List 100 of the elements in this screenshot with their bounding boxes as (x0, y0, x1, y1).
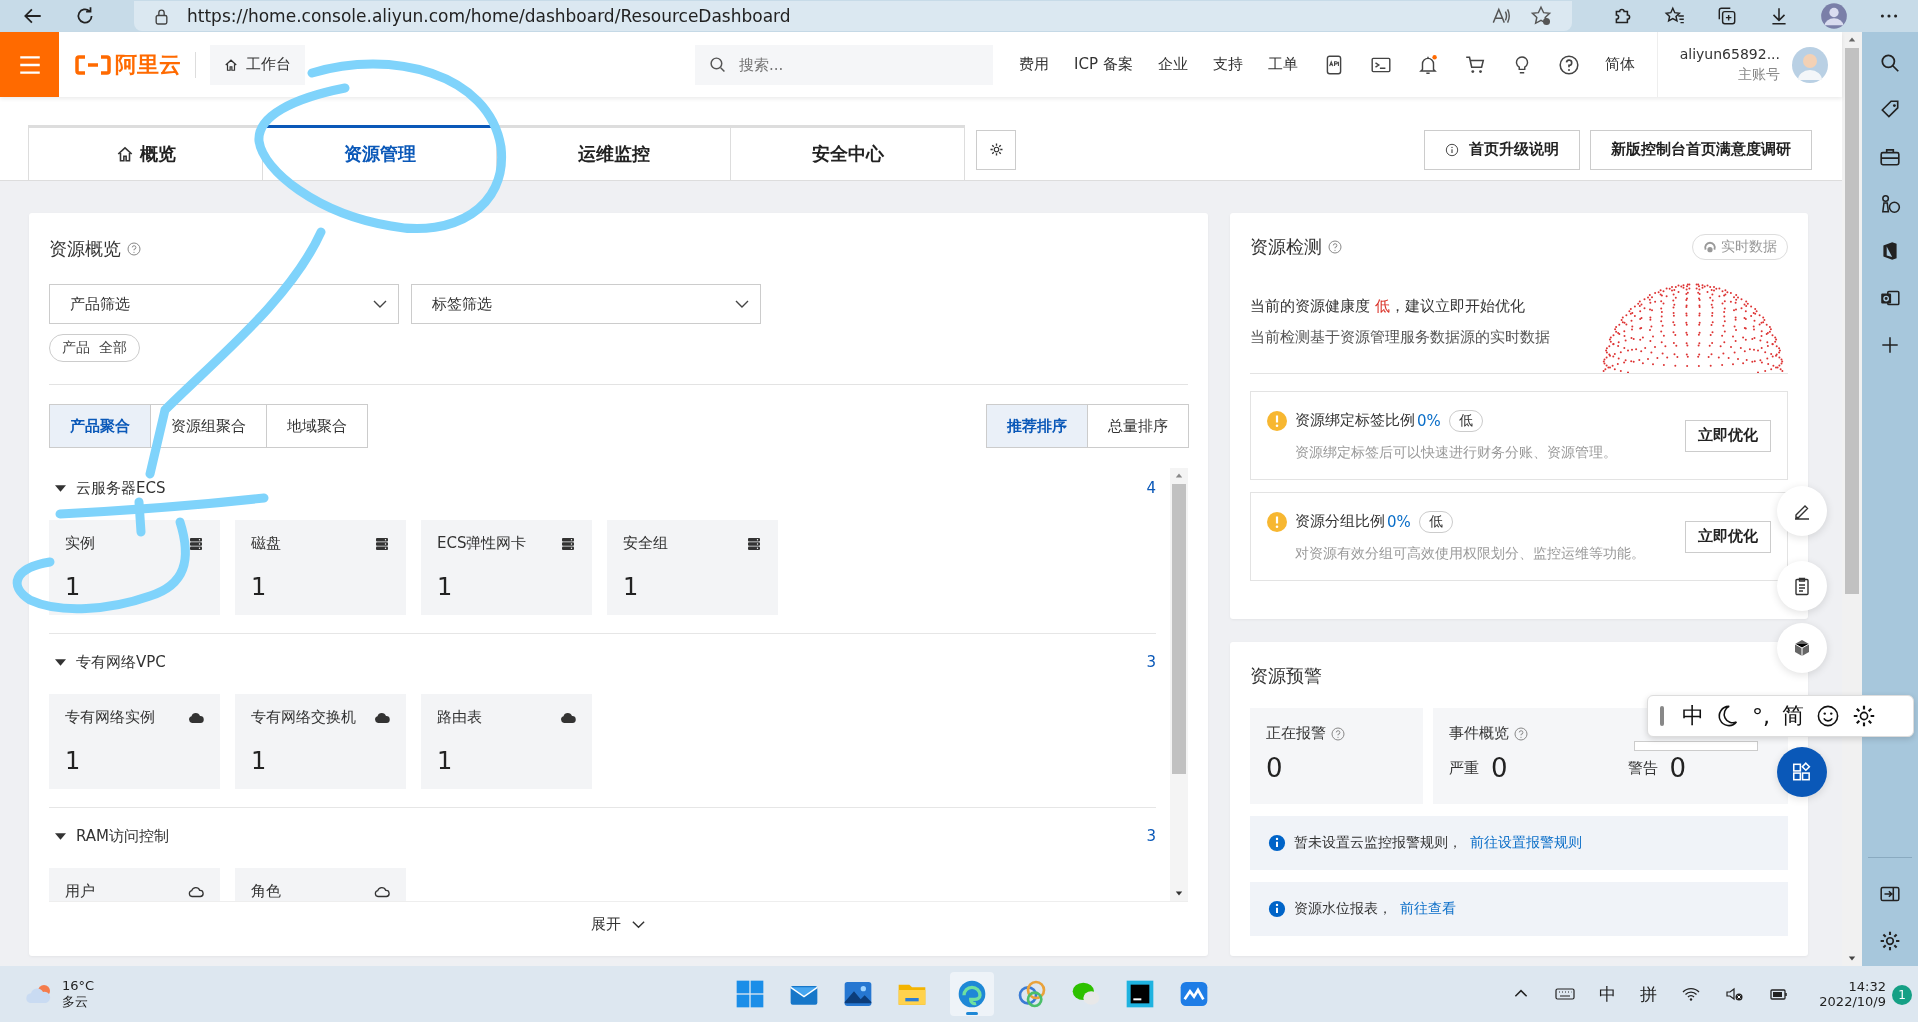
ide-app-icon[interactable] (1124, 978, 1156, 1010)
group-title[interactable]: 云服务器ECS (76, 478, 166, 498)
keyboard-icon[interactable] (1555, 985, 1576, 1003)
resource-tile[interactable]: 角色 (235, 868, 406, 901)
nav-link[interactable]: ICP 备案 (1074, 55, 1133, 74)
bell-icon[interactable] (1416, 53, 1439, 76)
address-bar[interactable]: https://home.console.aliyun.com/home/dashboard/ResourceDashboard (134, 1, 1572, 31)
smiley-icon[interactable] (1816, 704, 1840, 728)
language-link[interactable]: 简体 (1604, 55, 1635, 74)
settings-icon[interactable] (1879, 930, 1901, 952)
script-toggle[interactable]: 简 (1782, 701, 1804, 731)
resource-tile[interactable]: 磁盘 1 (235, 520, 406, 615)
tile-label: 专有网络交换机 (251, 708, 356, 727)
tile-value: 1 (623, 573, 640, 601)
group-count[interactable]: 4 (1146, 479, 1156, 497)
sort-tab[interactable]: 推荐排序 (986, 404, 1088, 448)
scroll-down-icon[interactable] (1174, 889, 1184, 897)
wifi-icon[interactable] (1681, 985, 1702, 1003)
clock-date[interactable]: 2022/10/9 (1819, 994, 1886, 1009)
punctuation-toggle[interactable]: °, (1752, 703, 1770, 729)
group-tab[interactable]: 地域聚合 (266, 404, 368, 448)
clock-time[interactable]: 14:32 (1848, 979, 1886, 994)
scroll-down-icon[interactable] (1847, 954, 1857, 962)
tile-value: 1 (251, 747, 268, 775)
clipboard-button[interactable] (1777, 561, 1827, 611)
triangle-icon[interactable] (55, 830, 66, 842)
weather-text: 多云 (62, 992, 89, 1011)
notice-link[interactable]: 前往设置报警规则 (1470, 834, 1582, 853)
group-tab[interactable]: 资源组聚合 (150, 404, 267, 448)
lock-icon (154, 7, 169, 25)
stat-label: 警告 (1627, 758, 1658, 778)
group-title[interactable]: RAM访问控制 (76, 826, 170, 846)
input-method-indicator[interactable]: 拼 (1640, 982, 1658, 1006)
group-count[interactable]: 3 (1146, 653, 1156, 671)
filter-select[interactable]: 标签筛选 (411, 284, 761, 324)
scroll-up-icon[interactable] (1174, 472, 1184, 480)
header-button[interactable]: 新版控制台首页满意度调研 (1590, 129, 1812, 170)
info-icon (1268, 834, 1286, 853)
nav-link[interactable]: 工单 (1267, 55, 1298, 74)
server-icon (746, 536, 762, 551)
profile-avatar[interactable] (1820, 2, 1848, 30)
moon-icon[interactable] (1716, 704, 1740, 728)
temperature-text: 16°C (62, 977, 95, 993)
group-tab[interactable]: 产品聚合 (49, 404, 151, 448)
group-count[interactable]: 3 (1146, 827, 1156, 845)
tile-value: 1 (65, 747, 82, 775)
notice-link[interactable]: 前往查看 (1400, 900, 1456, 919)
collections-icon[interactable] (1716, 5, 1738, 27)
sort-tab[interactable]: 总量排序 (1087, 404, 1189, 448)
resource-tile[interactable]: 专有网络实例 1 (49, 694, 220, 789)
header-button[interactable]: 首页升级说明 (1424, 129, 1580, 170)
page-scrollbar[interactable] (1842, 32, 1862, 966)
briefcase-icon[interactable] (1879, 146, 1901, 168)
resource-tile[interactable]: 安全组 1 (607, 520, 778, 615)
info-icon (1445, 142, 1459, 157)
search-icon[interactable] (1879, 52, 1901, 74)
help-icon[interactable] (1557, 53, 1580, 76)
cube-button[interactable] (1777, 623, 1827, 673)
triangle-icon[interactable] (55, 482, 66, 494)
workbench-button[interactable]: 工作台 (210, 44, 305, 85)
resource-tile[interactable]: 用户 (49, 868, 220, 901)
optimize-button[interactable]: 立即优化 (1685, 419, 1771, 452)
settings-button[interactable] (976, 129, 1016, 170)
edge-browser-icon[interactable] (956, 978, 988, 1010)
add-favorite-icon[interactable] (1530, 5, 1552, 27)
add-icon[interactable] (1879, 334, 1901, 356)
check-title: 资源绑定标签比例 (1295, 411, 1415, 430)
nav-tab[interactable]: 安全中心 (730, 125, 965, 180)
scrollbar[interactable] (1170, 468, 1188, 901)
tile-label: 用户 (65, 882, 95, 901)
nav-link[interactable]: 企业 (1157, 55, 1188, 74)
apps-button[interactable] (1777, 747, 1827, 797)
nav-link[interactable]: 费用 (1019, 55, 1049, 74)
optimize-button[interactable]: 立即优化 (1685, 520, 1771, 553)
tile-value: 1 (437, 573, 454, 601)
server-icon (374, 536, 390, 551)
resource-tile[interactable]: ECS弹性网卡 1 (421, 520, 592, 615)
expand-button[interactable]: 展开 (585, 902, 652, 946)
resource-tile[interactable]: 专有网络交换机 1 (235, 694, 406, 789)
account-name[interactable]: aliyun65892... (1679, 45, 1780, 62)
windows-start-icon[interactable] (734, 978, 766, 1010)
nav-link[interactable]: 支持 (1212, 55, 1243, 74)
filter-select[interactable]: 产品筛选 (49, 284, 399, 324)
logo-icon[interactable] (75, 53, 111, 76)
input-method-indicator[interactable]: 中 (1599, 982, 1617, 1006)
search-field[interactable]: 搜索... (695, 44, 993, 85)
cloud-icon (560, 710, 576, 725)
tile-label: 实例 (65, 534, 95, 553)
triangle-icon[interactable] (55, 656, 66, 668)
account-role: 主账号 (1738, 65, 1780, 84)
edit-button[interactable] (1777, 486, 1827, 536)
group-title[interactable]: 专有网络VPC (76, 652, 166, 672)
settings-icon[interactable] (1852, 704, 1876, 728)
filter-tag[interactable]: 产品 全部 (49, 334, 140, 362)
resource-tile[interactable]: 路由表 1 (421, 694, 592, 789)
tile-label: 角色 (251, 882, 281, 901)
rings-app-icon[interactable] (1016, 978, 1048, 1010)
scroll-up-icon[interactable] (1847, 36, 1857, 44)
tile-label: ECS弹性网卡 (437, 534, 527, 553)
input-mode-toggle[interactable]: 中 (1682, 701, 1704, 731)
